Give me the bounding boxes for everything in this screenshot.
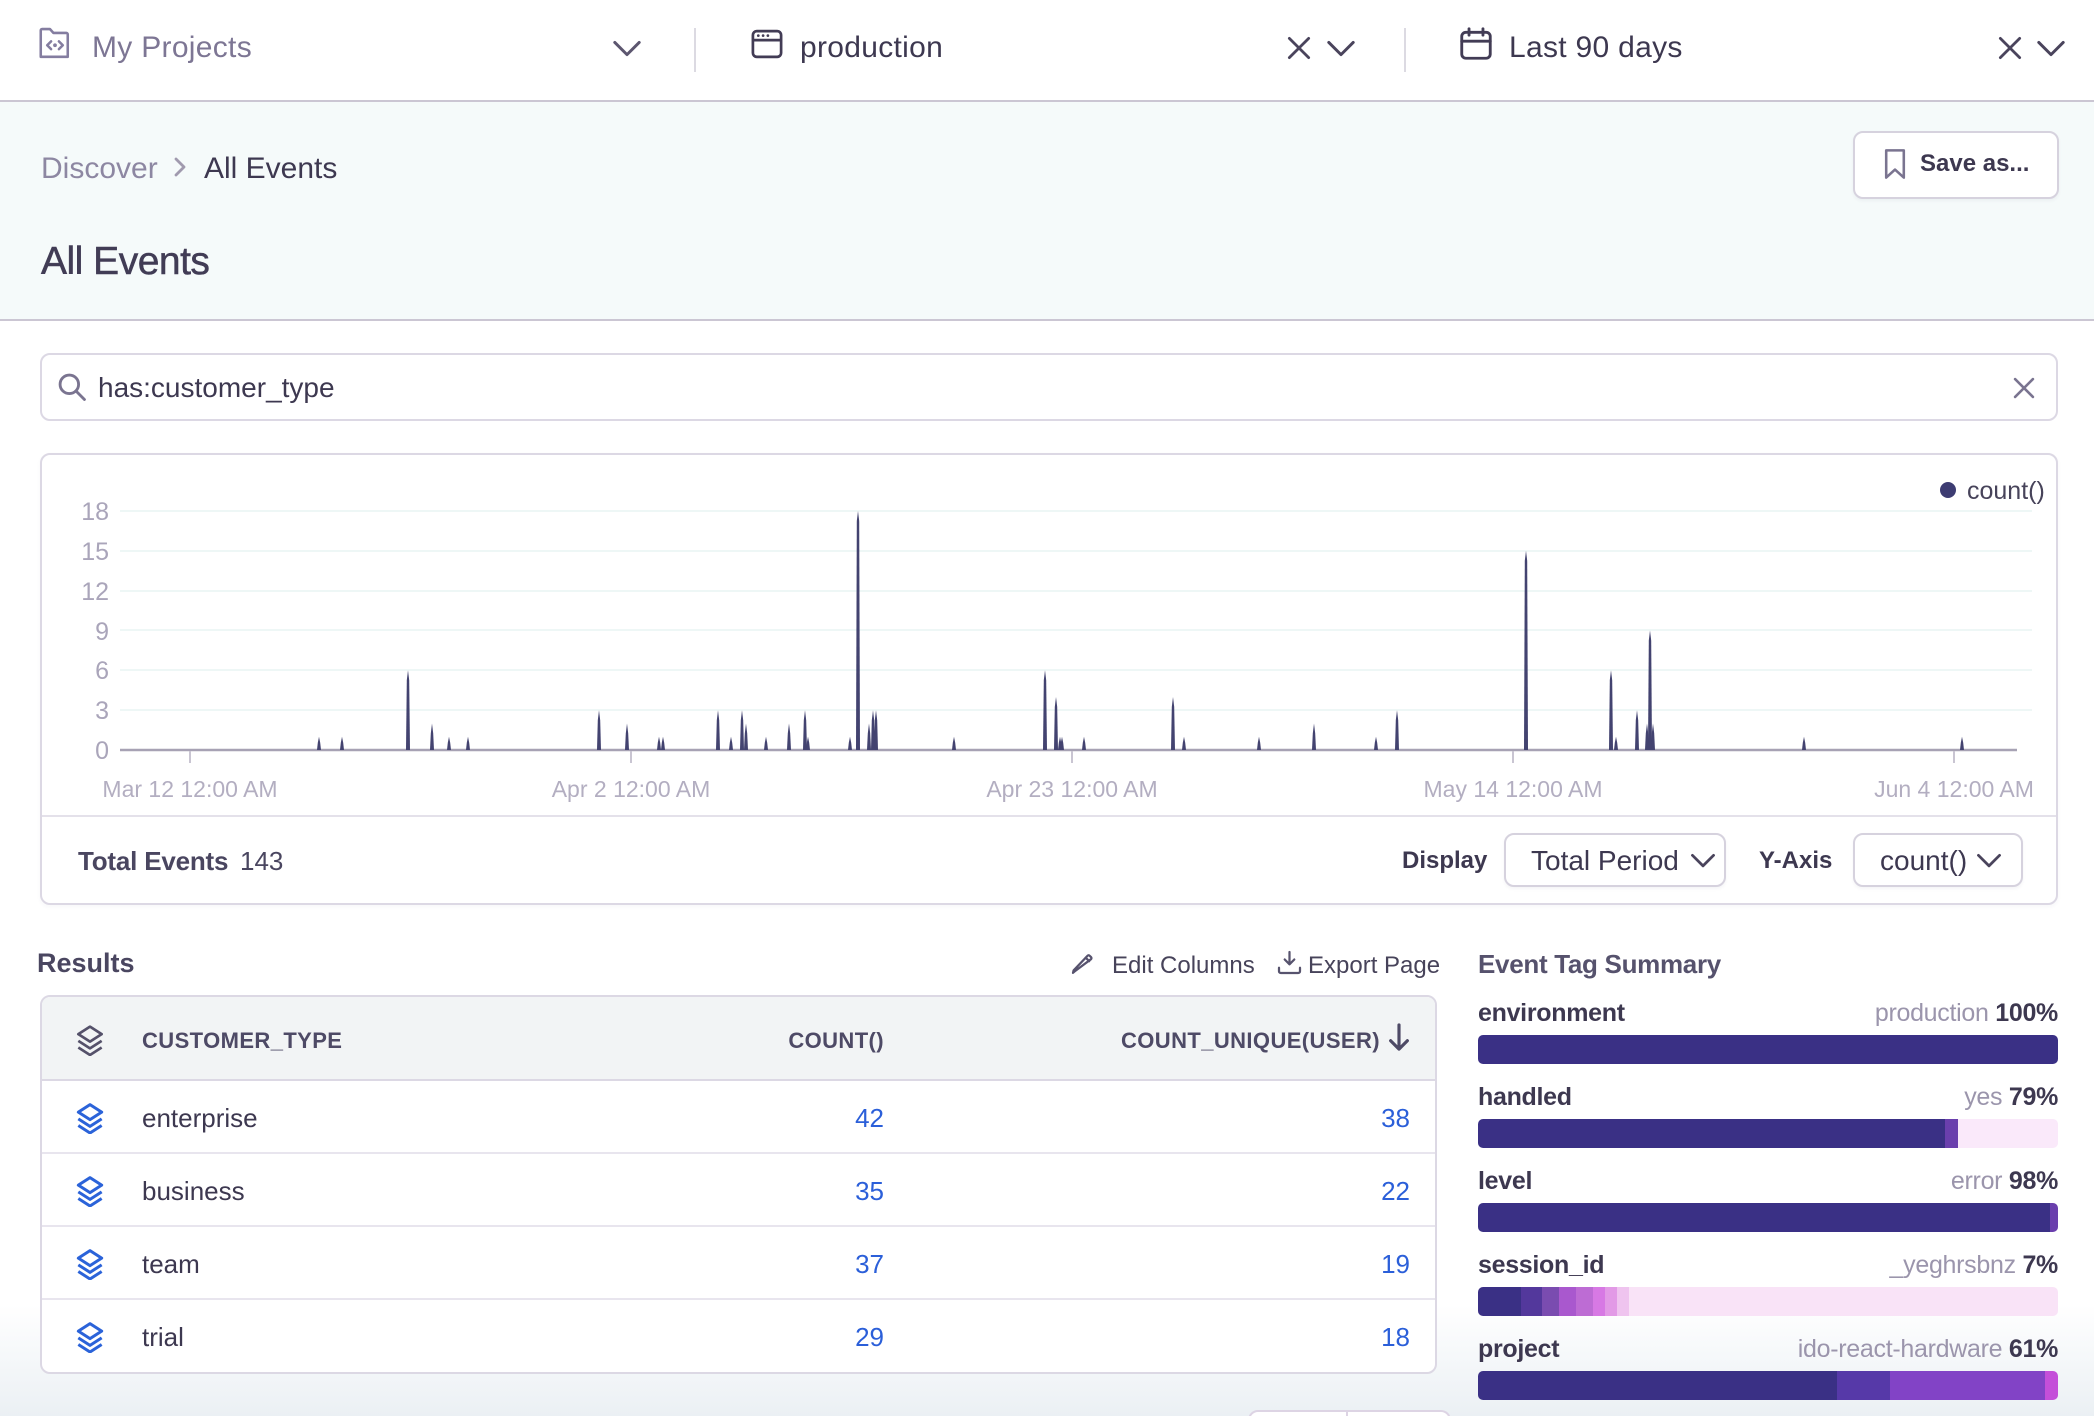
svg-text:12: 12 <box>81 578 109 606</box>
svg-text:count(): count() <box>1967 477 2045 505</box>
svg-text:18: 18 <box>81 498 109 526</box>
svg-text:Apr 2 12:00 AM: Apr 2 12:00 AM <box>552 776 711 802</box>
svg-text:3: 3 <box>95 697 109 725</box>
svg-text:0: 0 <box>95 737 109 765</box>
svg-text:Apr 23 12:00 AM: Apr 23 12:00 AM <box>986 776 1157 802</box>
svg-text:9: 9 <box>95 618 109 646</box>
svg-text:Mar 12 12:00 AM: Mar 12 12:00 AM <box>102 776 277 802</box>
svg-text:May 14 12:00 AM: May 14 12:00 AM <box>1424 776 1603 802</box>
svg-text:6: 6 <box>95 657 109 685</box>
svg-text:15: 15 <box>81 538 109 566</box>
svg-text:Jun 4 12:00 AM: Jun 4 12:00 AM <box>1874 776 2034 802</box>
